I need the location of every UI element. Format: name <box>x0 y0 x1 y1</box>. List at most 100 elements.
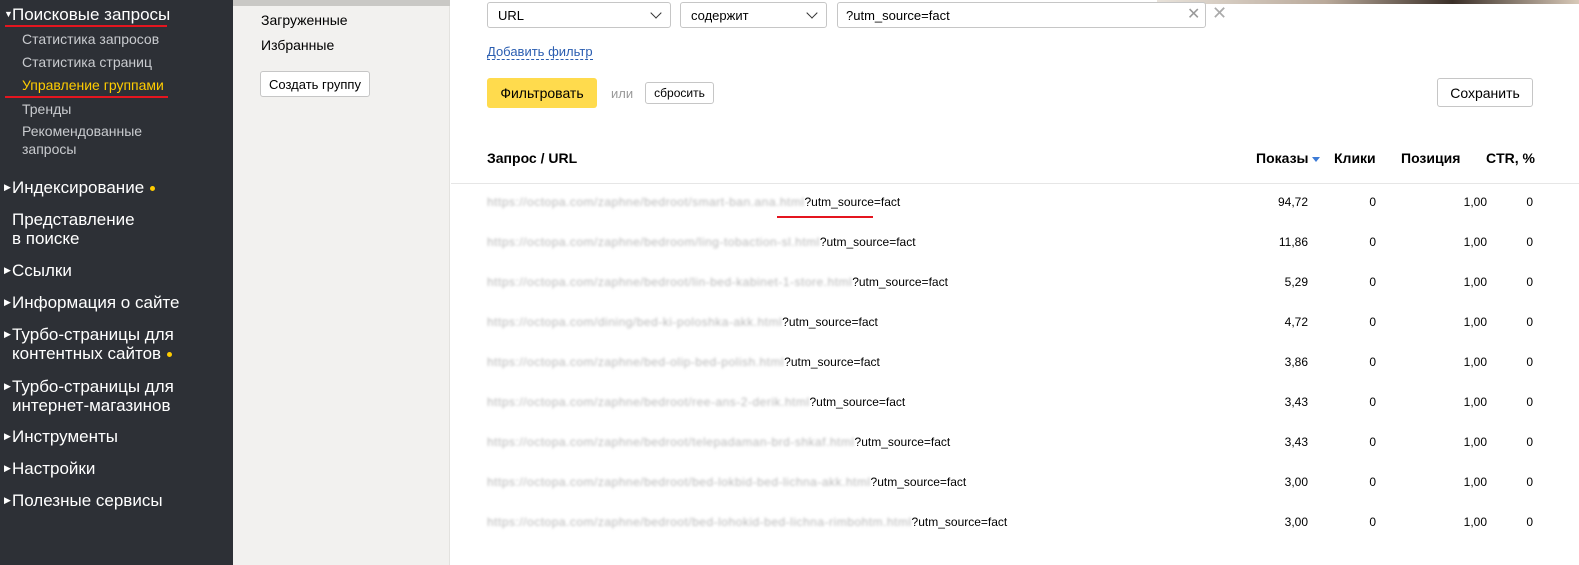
sidebar-section-settings[interactable]: ▶ Настройки <box>4 459 95 478</box>
row-ctr: 0 <box>1526 195 1533 209</box>
table-row[interactable]: https://octopa.com/zaphne/bedroot/bed-lo… <box>451 515 1579 555</box>
sidebar-item-label: запросы <box>22 141 77 157</box>
row-shows: 3,86 <box>1284 355 1308 369</box>
table-row[interactable]: https://octopa.com/zaphne/bedroot/lin-be… <box>451 275 1579 315</box>
table-row[interactable]: https://octopa.com/zaphne/bed-olip-bed-p… <box>451 355 1579 395</box>
column-header-query: Запрос / URL <box>487 150 578 166</box>
reset-button[interactable]: сбросить <box>645 82 714 104</box>
row-shows: 3,00 <box>1284 475 1308 489</box>
groups-panel-topbar <box>233 0 450 6</box>
row-url-redacted: https://octopa.com/zaphne/bedroot/bed-lo… <box>487 515 912 529</box>
sidebar-section-useful-services[interactable]: ▶ Полезные сервисы <box>4 491 163 510</box>
annotation-underline <box>5 25 167 27</box>
sidebar-nav: ▼ Поисковые запросы Статистика запросов … <box>0 0 233 565</box>
row-url[interactable]: https://octopa.com/zaphne/bedroom/ling-t… <box>487 235 916 249</box>
caret-right-icon: ▶ <box>4 431 11 441</box>
table-row[interactable]: https://octopa.com/zaphne/bedroom/ling-t… <box>451 235 1579 275</box>
group-item-favorites[interactable]: Избранные <box>261 37 334 53</box>
row-shows: 3,43 <box>1284 395 1308 409</box>
column-header-shows[interactable]: Показы <box>1256 150 1320 166</box>
row-ctr: 0 <box>1526 355 1533 369</box>
caret-down-icon: ▼ <box>4 9 13 19</box>
row-url[interactable]: https://octopa.com/zaphne/bedroot/bed-lo… <box>487 475 966 489</box>
filter-button[interactable]: Фильтровать <box>487 78 597 108</box>
create-group-button[interactable]: Создать группу <box>260 71 370 97</box>
table-row[interactable]: https://octopa.com/dining/bed-ki-poloshk… <box>451 315 1579 355</box>
row-url-query: ?utm_source=fact <box>870 475 967 489</box>
filter-value-input[interactable] <box>837 2 1206 28</box>
row-url-redacted: https://octopa.com/zaphne/bedroot/smart-… <box>487 195 805 209</box>
sidebar-section-indexing[interactable]: ▶ Индексирование <box>4 178 156 197</box>
sidebar-section-turbo-content[interactable]: ▶ Турбо-страницы для контентных сайтов <box>4 325 174 363</box>
sidebar-item-page-stats[interactable]: Статистика страниц <box>22 53 152 71</box>
caret-right-icon: ▶ <box>4 265 11 275</box>
row-url-redacted: https://octopa.com/dining/bed-ki-poloshk… <box>487 315 783 329</box>
table-row[interactable]: https://octopa.com/zaphne/bedroot/bed-lo… <box>451 475 1579 515</box>
row-url-query: ?utm_source=fact <box>911 515 1008 529</box>
row-url[interactable]: https://octopa.com/dining/bed-ki-poloshk… <box>487 315 878 329</box>
filter-field-value: URL <box>498 8 525 23</box>
group-item-uploaded[interactable]: Загруженные <box>261 12 348 28</box>
sidebar-item-label: Рекомендованные <box>22 123 143 139</box>
row-url-query: ?utm_source=fact <box>784 355 880 369</box>
row-url-query: ?utm_source=fact <box>804 195 901 209</box>
sidebar-section-label: Турбо-страницы для <box>12 377 174 396</box>
or-label: или <box>611 86 634 101</box>
row-url-query: ?utm_source=fact <box>852 275 948 289</box>
filter-condition-select[interactable]: содержит <box>680 2 827 28</box>
sidebar-section-turbo-shops[interactable]: ▶ Турбо-страницы для интернет-магазинов <box>4 377 174 415</box>
sidebar-section-links[interactable]: ▶ Ссылки <box>4 261 72 280</box>
caret-right-icon: ▶ <box>4 329 11 339</box>
row-ctr: 0 <box>1526 235 1533 249</box>
table-row[interactable]: https://octopa.com/zaphne/bedroot/smart-… <box>451 195 1579 235</box>
filter-condition-value: содержит <box>691 8 749 23</box>
remove-filter-icon[interactable]: ✕ <box>1212 3 1227 24</box>
column-header-position[interactable]: Позиция <box>1401 150 1460 166</box>
column-header-ctr[interactable]: CTR, % <box>1486 150 1535 166</box>
caret-right-icon: ▶ <box>4 297 11 307</box>
row-shows: 3,00 <box>1284 515 1308 529</box>
sidebar-section-search-appearance[interactable]: Представление в поиске <box>12 210 135 248</box>
row-url-redacted: https://octopa.com/zaphne/bedroot/lin-be… <box>487 275 853 289</box>
add-filter-link[interactable]: Добавить фильтр <box>487 45 593 60</box>
row-clicks: 0 <box>1369 195 1376 209</box>
row-ctr: 0 <box>1526 475 1533 489</box>
sidebar-section-label: Индексирование <box>12 178 145 197</box>
row-ctr: 0 <box>1526 315 1533 329</box>
filter-field-select[interactable]: URL <box>487 2 671 28</box>
sidebar-item-trends[interactable]: Тренды <box>22 100 71 118</box>
sidebar-section-label: Ссылки <box>12 261 72 280</box>
row-clicks: 0 <box>1369 275 1376 289</box>
sort-desc-icon <box>1311 156 1320 162</box>
sidebar-item-recommended-queries[interactable]: Рекомендованные запросы <box>22 122 142 158</box>
row-url[interactable]: https://octopa.com/zaphne/bedroot/bed-lo… <box>487 515 1007 529</box>
row-ctr: 0 <box>1526 515 1533 529</box>
row-shows: 4,72 <box>1284 315 1308 329</box>
row-ctr: 0 <box>1526 275 1533 289</box>
row-url[interactable]: https://octopa.com/zaphne/bed-olip-bed-p… <box>487 355 880 369</box>
annotation-underline <box>5 96 168 98</box>
row-url[interactable]: https://octopa.com/zaphne/bedroot/lin-be… <box>487 275 948 289</box>
column-header-clicks[interactable]: Клики <box>1334 150 1376 166</box>
sidebar-item-group-management[interactable]: Управление группами <box>22 76 164 94</box>
row-url-redacted: https://octopa.com/zaphne/bed-olip-bed-p… <box>487 355 785 369</box>
table-row[interactable]: https://octopa.com/zaphne/bedroot/ree-an… <box>451 395 1579 435</box>
row-url[interactable]: https://octopa.com/zaphne/bedroot/telepa… <box>487 435 950 449</box>
clear-input-icon[interactable]: ✕ <box>1187 4 1200 24</box>
save-button[interactable]: Сохранить <box>1437 78 1533 107</box>
row-shows: 11,86 <box>1278 235 1308 249</box>
sidebar-section-tools[interactable]: ▶ Инструменты <box>4 427 118 446</box>
row-url-redacted: https://octopa.com/zaphne/bedroom/ling-t… <box>487 235 820 249</box>
table-header-divider <box>451 183 1579 184</box>
row-url[interactable]: https://octopa.com/zaphne/bedroot/smart-… <box>487 195 900 209</box>
row-url[interactable]: https://octopa.com/zaphne/bedroot/ree-an… <box>487 395 905 409</box>
row-url-query: ?utm_source=fact <box>782 315 878 329</box>
table-row[interactable]: https://octopa.com/zaphne/bedroot/telepa… <box>451 435 1579 475</box>
sidebar-section-label: Поисковые запросы <box>12 5 171 24</box>
row-url-redacted: https://octopa.com/zaphne/bedroot/telepa… <box>487 435 855 449</box>
sidebar-section-site-info[interactable]: ▶ Информация о сайте <box>4 293 180 312</box>
sidebar-section-search-queries[interactable]: ▼ Поисковые запросы <box>4 5 171 24</box>
row-shows: 94,72 <box>1277 195 1308 209</box>
sidebar-item-query-stats[interactable]: Статистика запросов <box>22 30 159 48</box>
row-url-query: ?utm_source=fact <box>854 435 951 449</box>
